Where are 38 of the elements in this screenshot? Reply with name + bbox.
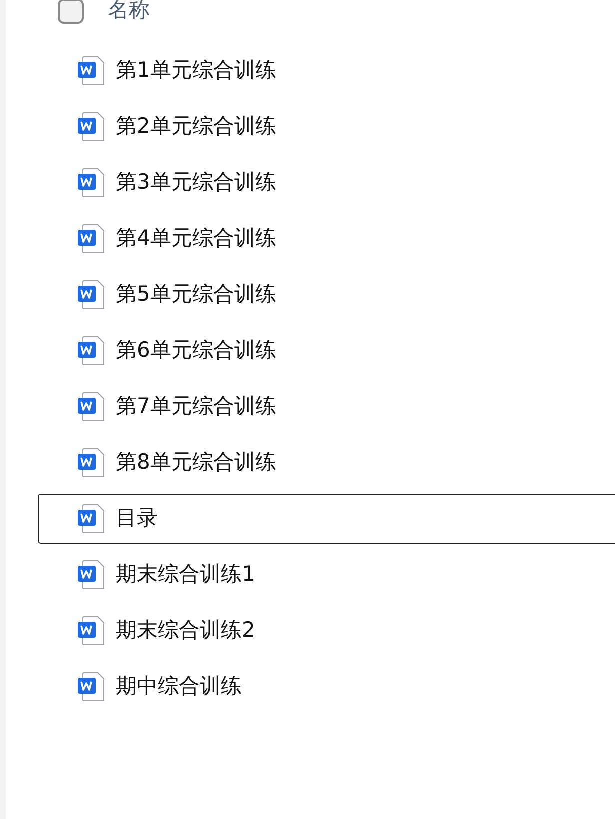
file-row[interactable]: 第6单元综合训练 [38,326,615,376]
file-name: 期中综合训练 [116,673,242,700]
document-icon [78,56,106,86]
document-icon [78,672,106,702]
file-name: 第6单元综合训练 [116,337,276,364]
file-name: 第4单元综合训练 [116,225,276,252]
file-row[interactable]: 期末综合训练2 [38,606,615,656]
file-row[interactable]: 目录 [38,494,615,544]
document-icon [78,448,106,478]
document-icon [78,280,106,310]
select-all-checkbox[interactable] [58,0,84,24]
file-row[interactable]: 期末综合训练1 [38,550,615,600]
document-icon [78,560,106,590]
file-name: 第1单元综合训练 [116,57,276,84]
document-icon [78,392,106,422]
document-icon [78,336,106,366]
file-row[interactable]: 第2单元综合训练 [38,102,615,152]
file-name: 第5单元综合训练 [116,281,276,308]
file-row[interactable]: 期中综合训练 [38,662,615,712]
file-name: 第8单元综合训练 [116,449,276,476]
file-row[interactable]: 第7单元综合训练 [38,382,615,432]
file-name: 期末综合训练1 [116,561,256,588]
file-row[interactable]: 第3单元综合训练 [38,158,615,208]
file-name: 第3单元综合训练 [116,169,276,196]
document-icon [78,504,106,534]
column-header: 名称 [108,0,150,24]
file-row[interactable]: 第5单元综合训练 [38,270,615,320]
document-icon [78,224,106,254]
file-name: 第7单元综合训练 [116,393,276,420]
document-icon [78,168,106,198]
file-row[interactable]: 第1单元综合训练 [38,46,615,96]
file-row[interactable]: 第4单元综合训练 [38,214,615,264]
file-row[interactable]: 第8单元综合训练 [38,438,615,488]
file-name: 目录 [116,505,158,532]
document-icon [78,616,106,646]
file-name: 期末综合训练2 [116,617,256,644]
document-icon [78,112,106,142]
file-name: 第2单元综合训练 [116,113,276,140]
